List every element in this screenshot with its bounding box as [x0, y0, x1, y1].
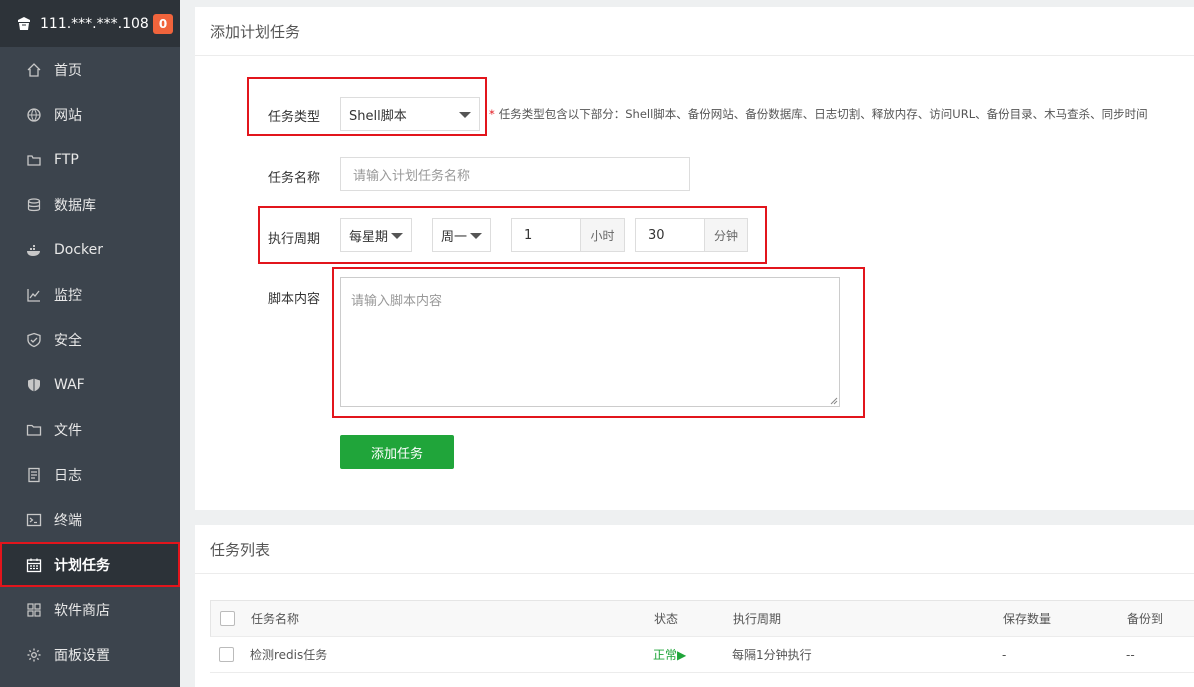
terminal-icon: [26, 512, 42, 528]
row-checkbox[interactable]: [219, 647, 234, 662]
minute-unit: 分钟: [704, 218, 748, 252]
monitor-icon: [26, 287, 42, 303]
cycle-label: 执行周期: [267, 232, 320, 247]
row-status[interactable]: 正常▶: [653, 646, 686, 663]
sidebar-nav: 首页网站 FTP 数据库 Docker 监控安全 WAF 文件日志终端计划任务软件商店面板设…: [0, 47, 180, 677]
sidebar-item-3[interactable]: 数据库: [0, 182, 180, 227]
add-task-panel: 添加计划任务 任务类型 Shell脚本 * 任务类型包含以下部分：Shell脚本、…: [195, 7, 1194, 510]
log-icon: [26, 467, 42, 483]
minute-input[interactable]: 30: [635, 218, 705, 252]
grid-icon: [26, 602, 42, 618]
sidebar-header: 111.***.***.108 0: [0, 0, 180, 47]
server-ip[interactable]: 111.***.***.108: [40, 16, 153, 32]
sidebar-item-13[interactable]: 面板设置: [0, 632, 180, 677]
sidebar-item-label: 数据库: [54, 197, 96, 214]
task-type-label: 任务类型: [267, 110, 320, 125]
sidebar-item-label: 安全: [54, 332, 82, 349]
sidebar-item-label: WAF: [54, 376, 85, 393]
sidebar-item-5[interactable]: 监控: [0, 272, 180, 317]
task-type-hint: * 任务类型包含以下部分：Shell脚本、备份网站、备份数据库、日志切割、释放内存…: [489, 107, 1148, 121]
script-label: 脚本内容: [267, 292, 320, 307]
col-keep[interactable]: 保存数量: [1003, 610, 1051, 627]
home-icon: [26, 62, 42, 78]
row-cycle: 每隔1分钟执行: [732, 648, 812, 662]
row-backup: --: [1126, 647, 1135, 662]
sidebar-item-11[interactable]: 计划任务: [0, 542, 180, 587]
gear-icon: [26, 647, 42, 663]
task-type-value: Shell脚本: [349, 108, 407, 124]
sidebar-item-9[interactable]: 日志: [0, 452, 180, 497]
row-name: 检测redis任务: [250, 648, 328, 662]
sidebar-item-label: 日志: [54, 467, 82, 484]
task-name-input[interactable]: 请输入计划任务名称: [340, 157, 690, 191]
sidebar-item-label: FTP: [54, 151, 79, 168]
database-icon: [26, 197, 42, 213]
sidebar-item-6[interactable]: 安全: [0, 317, 180, 362]
sidebar: 111.***.***.108 0 首页网站 FTP 数据库 Docker 监控安全 WA…: [0, 0, 180, 687]
sidebar-item-2[interactable]: FTP: [0, 137, 180, 182]
docker-icon: [26, 242, 42, 258]
sidebar-item-label: 终端: [54, 512, 82, 529]
chevron-down-icon: [391, 233, 403, 239]
row-keep: -: [1002, 647, 1007, 662]
cycle-value: 每星期: [349, 229, 389, 245]
ftp-icon: [26, 152, 42, 168]
weekday-select[interactable]: 周一: [432, 218, 491, 252]
col-backup[interactable]: 备份到: [1127, 610, 1163, 627]
weekday-value: 周一: [441, 229, 468, 245]
hour-input[interactable]: 1: [511, 218, 581, 252]
script-textarea[interactable]: 请输入脚本内容: [340, 277, 840, 407]
sidebar-item-label: 监控: [54, 287, 82, 304]
add-task-title: 添加计划任务: [195, 7, 1194, 56]
sidebar-item-7[interactable]: WAF: [0, 362, 180, 407]
sidebar-item-label: 文件: [54, 422, 82, 439]
waf-shield-icon: [26, 377, 42, 393]
select-all-checkbox[interactable]: [220, 611, 235, 626]
sidebar-item-12[interactable]: 软件商店: [0, 587, 180, 632]
add-task-button[interactable]: 添加任务: [340, 435, 454, 469]
cycle-select[interactable]: 每星期: [340, 218, 412, 252]
task-type-select[interactable]: Shell脚本: [340, 97, 480, 131]
sidebar-item-label: 首页: [54, 62, 82, 79]
sidebar-item-8[interactable]: 文件: [0, 407, 180, 452]
task-list-panel: 任务列表 任务名称 状态 执行周期 保存数量 备份到 检测redis任务 正常▶…: [195, 525, 1194, 687]
globe-icon: [26, 107, 42, 123]
sidebar-item-label: 计划任务: [54, 557, 110, 574]
notification-badge[interactable]: 0: [153, 13, 173, 34]
server-logo-icon: [16, 16, 32, 32]
hour-unit: 小时: [580, 218, 625, 252]
col-name[interactable]: 任务名称: [251, 610, 299, 627]
task-name-label: 任务名称: [267, 171, 320, 186]
sidebar-item-4[interactable]: Docker: [0, 227, 180, 272]
script-placeholder: 请输入脚本内容: [351, 294, 443, 309]
table-header: 任务名称 状态 执行周期 保存数量 备份到: [210, 600, 1194, 637]
col-cycle[interactable]: 执行周期: [733, 610, 781, 627]
sidebar-item-1[interactable]: 网站: [0, 92, 180, 137]
sidebar-item-10[interactable]: 终端: [0, 497, 180, 542]
resize-grip-icon[interactable]: [830, 397, 838, 405]
task-list-title: 任务列表: [195, 525, 1194, 574]
sidebar-item-label: 网站: [54, 107, 82, 124]
chevron-down-icon: [459, 112, 471, 118]
table-row[interactable]: 检测redis任务 正常▶ 每隔1分钟执行 - --: [210, 637, 1194, 673]
sidebar-item-0[interactable]: 首页: [0, 47, 180, 92]
shield-icon: [26, 332, 42, 348]
sidebar-item-label: 软件商店: [54, 602, 110, 619]
sidebar-item-label: 面板设置: [54, 647, 110, 664]
folder-icon: [26, 422, 42, 438]
col-status[interactable]: 状态: [654, 610, 678, 627]
calendar-icon: [26, 557, 42, 573]
task-table: 任务名称 状态 执行周期 保存数量 备份到 检测redis任务 正常▶ 每隔1分…: [210, 600, 1194, 673]
sidebar-item-label: Docker: [54, 241, 104, 258]
chevron-down-icon: [470, 233, 482, 239]
